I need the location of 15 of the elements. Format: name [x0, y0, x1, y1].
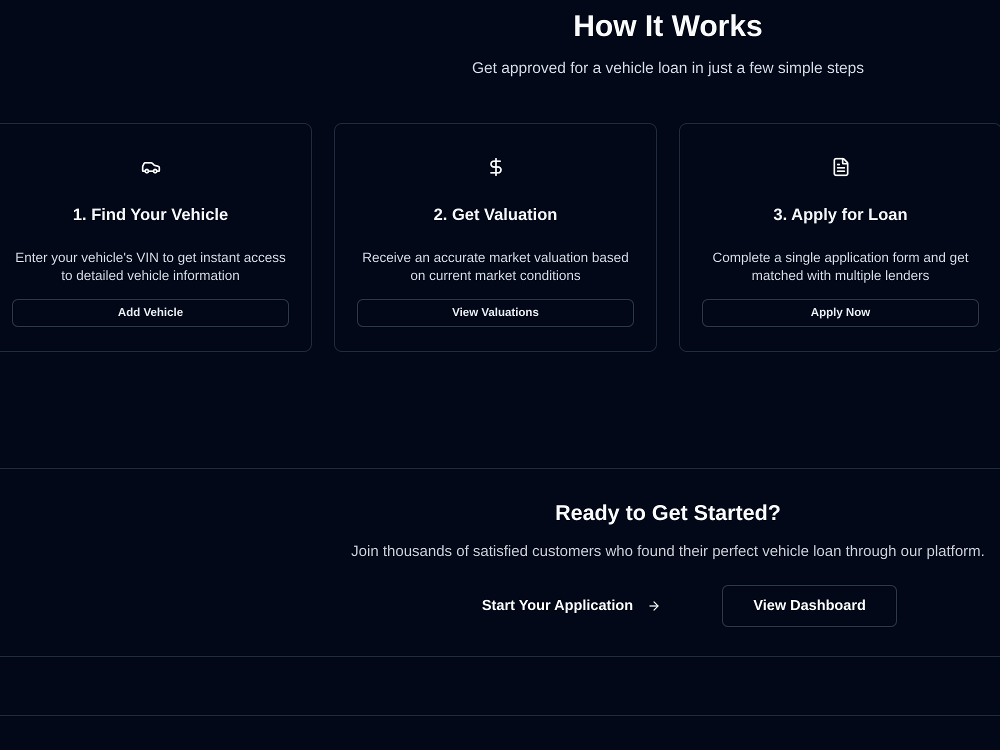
- step-button[interactable]: View Valuations: [357, 299, 634, 327]
- section-title: How It Works: [573, 9, 763, 45]
- step-button[interactable]: Apply Now: [702, 299, 979, 327]
- step-title: 1. Find Your Vehicle: [72, 205, 228, 226]
- step-description: Complete a single application form and get matched with multiple lenders: [712, 249, 970, 285]
- cta-text: Join thousands of satisfied customers who found their perfect vehicle loan through our platform.: [351, 542, 985, 562]
- step-title: 3. Apply for Loan: [773, 205, 908, 226]
- dashboard-button[interactable]: View Dashboard: [722, 585, 898, 627]
- step-description: Receive an accurate market valuation based on current market conditions: [361, 249, 630, 285]
- cta-title: Ready to Get Started?: [555, 500, 781, 527]
- step-title: 2. Get Valuation: [434, 205, 558, 226]
- section-subtitle: Get approved for a vehicle loan in just a few simple steps: [472, 59, 864, 79]
- document-icon: [830, 157, 850, 177]
- step-description: Enter your vehicle's VIN to get instant access to detailed vehicle information: [14, 249, 287, 285]
- step-button[interactable]: Add Vehicle: [12, 299, 289, 327]
